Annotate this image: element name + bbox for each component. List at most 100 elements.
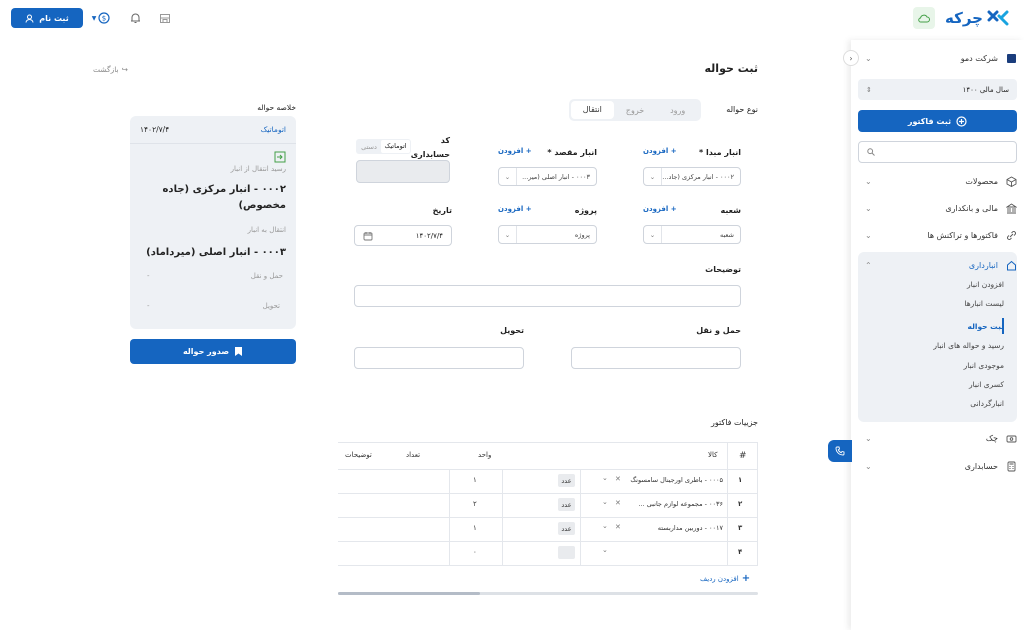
row-number: ۲ (738, 500, 743, 508)
sidebar: › شرکت دمو ⌄ سال مالی ۱۴۰۰ ⇕ ثبت فاکتور … (843, 40, 1024, 630)
fiscal-year-select[interactable]: سال مالی ۱۴۰۰ ⇕ (858, 79, 1017, 100)
code-mode-manual[interactable]: دستی (357, 143, 381, 151)
issue-button-label: صدور حواله (182, 347, 230, 356)
sidebar-item-warehouse[interactable]: انبارداری ⌃ (865, 252, 1017, 278)
company-name: شرکت دمو (960, 53, 998, 63)
fiscal-year-value: سال مالی ۱۴۰۰ (962, 85, 1009, 94)
sidebar-item-products[interactable]: محصولات ⌄ (865, 168, 1017, 194)
sidebar-item-label: حسابداری (964, 461, 998, 471)
sort-icon: ⇕ (866, 85, 872, 94)
cloud-icon[interactable] (913, 7, 935, 29)
project-label: پروژه (574, 206, 597, 215)
add-branch-link[interactable]: + افزودن (643, 205, 677, 213)
logo-text: چرکه (945, 9, 983, 27)
chevron-down-icon[interactable]: ⌄ (602, 474, 608, 482)
description-input[interactable] (354, 285, 741, 307)
phone-support-button[interactable] (828, 440, 852, 462)
delivery-input[interactable] (354, 347, 524, 369)
sidebar-search[interactable] (858, 141, 1017, 163)
transport-input[interactable] (571, 347, 741, 369)
chevron-down-icon: ⌄ (865, 176, 872, 186)
bell-icon[interactable] (127, 9, 143, 27)
add-row-label: افزودن ردیف (700, 574, 739, 583)
create-invoice-button[interactable]: ثبت فاکتور (858, 110, 1017, 132)
branch-select[interactable]: شعبه ⌄ (643, 225, 741, 244)
chevron-down-icon[interactable]: ⌄ (602, 546, 608, 554)
source-warehouse-label: انبار مبدا * (699, 148, 741, 157)
table-scrollbar[interactable] (338, 592, 758, 595)
row-qty[interactable]: ۱ (473, 524, 477, 532)
chevron-down-icon[interactable]: ⌄ (602, 498, 608, 506)
col-header-num: # (739, 451, 747, 461)
clear-icon[interactable]: ✕ (615, 475, 621, 483)
sidebar-sub-receipts[interactable]: رسید و حواله های انبار (933, 341, 1004, 350)
sidebar-item-finance[interactable]: مالی و بانکداری ⌄ (865, 195, 1017, 221)
add-dest-link[interactable]: + افزودن (498, 147, 532, 155)
link-icon (1006, 230, 1017, 241)
calculator-icon (1006, 461, 1017, 472)
row-unit[interactable]: عدد (558, 474, 575, 487)
sidebar-sub-stocktaking[interactable]: انبارگردانی (970, 399, 1004, 408)
collapse-sidebar-button[interactable]: › (843, 50, 859, 66)
row-unit[interactable]: عدد (558, 498, 575, 511)
row-item[interactable]: ۰۰۰۵ - باطری اورجینال سامسونگ (628, 476, 723, 484)
row-qty[interactable]: ۱ (473, 476, 477, 484)
row-unit-empty[interactable] (558, 546, 575, 559)
code-mode-auto[interactable]: اتوماتیک (381, 140, 410, 153)
row-qty[interactable]: ۰ (473, 548, 477, 556)
summary-date: ۱۴۰۲/۷/۴ (140, 125, 170, 134)
cash-icon (1006, 433, 1017, 444)
coin-icon: $ (98, 12, 110, 24)
sidebar-item-label: چک (985, 433, 998, 443)
sidebar-sub-add-warehouse[interactable]: افزودن انبار (967, 280, 1004, 289)
transport-label: حمل و نقل (696, 326, 741, 335)
source-warehouse-select[interactable]: ۰۰۰۲ - انبار مرکزی (جاد... ⌄ (643, 167, 741, 186)
from-warehouse: ۰۰۰۲ - انبار مرکزی (جاده مخصوص) (162, 184, 286, 211)
sidebar-item-invoices[interactable]: فاکتورها و تراکنش ها ⌄ (865, 222, 1017, 248)
store-icon[interactable] (157, 9, 173, 27)
to-caption: انتقال به انبار (247, 226, 286, 234)
clear-icon[interactable]: ✕ (615, 523, 621, 531)
scrollbar-thumb[interactable] (338, 592, 480, 595)
col-header-item: کالا (708, 451, 718, 459)
logo-icon (987, 8, 1009, 28)
date-input[interactable]: ۱۴۰۲/۷/۴ (354, 225, 452, 246)
tab-exit[interactable]: خروج (614, 106, 657, 115)
sidebar-sub-warehouse-list[interactable]: لیست انبارها (964, 299, 1004, 308)
bank-icon (1006, 202, 1017, 214)
date-label: تاریخ (432, 206, 452, 215)
coin-dropdown[interactable]: ▼ $ (90, 9, 112, 27)
company-icon (1006, 53, 1017, 64)
logo[interactable]: چرکه (945, 6, 1013, 30)
sidebar-item-accounting[interactable]: حسابداری ⌄ (865, 453, 1017, 479)
project-select[interactable]: پروژه ⌄ (498, 225, 597, 244)
add-row-button[interactable]: + افزودن ردیف (700, 573, 750, 584)
row-item[interactable]: ۰۰۱۷ - دوربین مداربسته (628, 524, 723, 532)
sidebar-sub-register-transfer[interactable]: ثبت حواله (968, 322, 1004, 331)
add-project-link[interactable]: + افزودن (498, 205, 532, 213)
tab-entry[interactable]: ورود (656, 106, 699, 115)
to-warehouse: ۰۰۰۳ - انبار اصلی (میرداماد) (146, 247, 286, 258)
row-qty[interactable]: ۲ (473, 500, 477, 508)
add-source-link[interactable]: + افزودن (643, 147, 677, 155)
tab-transfer[interactable]: انتقال (570, 101, 614, 119)
sidebar-search-input[interactable] (875, 148, 1008, 156)
chevron-down-icon[interactable]: ⌄ (602, 522, 608, 530)
sidebar-sub-shortage[interactable]: کسری انبار (969, 380, 1004, 389)
chevron-down-icon: ⌄ (499, 226, 517, 243)
row-item[interactable]: ۰۰۳۶ - مجموعه لوازم جانبی ... (628, 500, 724, 508)
issue-transfer-button[interactable]: صدور حواله (130, 339, 296, 364)
branch-value: شعبه (719, 230, 734, 239)
summary-mode: اتوماتیک (260, 125, 286, 134)
dest-warehouse-select[interactable]: ۰۰۰۳ - انبار اصلی (میر... ⌄ (498, 167, 597, 186)
company-selector[interactable]: شرکت دمو ⌄ (865, 45, 1017, 71)
chevron-down-icon: ⌄ (644, 226, 662, 243)
signup-button[interactable]: ثبت نام (11, 8, 83, 28)
clear-icon[interactable]: ✕ (615, 499, 621, 507)
chevron-down-icon: ⌄ (499, 168, 517, 185)
sidebar-sub-inventory[interactable]: موجودی انبار (964, 361, 1004, 370)
description-label: توضیحات (705, 265, 741, 274)
back-link[interactable]: بازگشت ↪ (93, 65, 128, 74)
sidebar-item-cheque[interactable]: چک ⌄ (865, 425, 1017, 451)
row-unit[interactable]: عدد (558, 522, 575, 535)
